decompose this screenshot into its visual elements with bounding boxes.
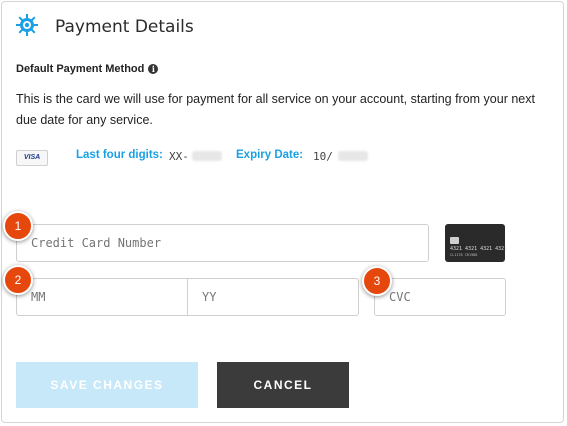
last-four-label: Last four digits:	[76, 149, 163, 161]
info-icon[interactable]: i	[148, 64, 159, 74]
cancel-button[interactable]: CANCEL	[217, 362, 349, 408]
step-badge-3: 3	[362, 266, 392, 296]
page-title: Payment Details	[55, 17, 194, 37]
card-preview-number: 4321 4321 4321 4321	[450, 246, 508, 252]
redacted-expiry	[338, 151, 368, 161]
expiry-year-input[interactable]	[187, 278, 359, 316]
default-payment-heading-text: Default Payment Method	[16, 63, 145, 75]
redacted-digits	[192, 151, 222, 161]
payment-description: This is the card we will use for payment…	[16, 92, 535, 127]
last-four-value: XX-	[169, 150, 189, 163]
credit-card-number-input[interactable]	[16, 224, 429, 262]
step-badge-1: 1	[3, 211, 33, 241]
expiry-label: Expiry Date:	[236, 149, 304, 161]
default-payment-heading: Default Payment Method i	[16, 63, 159, 75]
card-preview-name: CL1178 CR1988	[450, 253, 478, 257]
cvc-input[interactable]	[374, 278, 506, 316]
settings-gear-icon	[16, 14, 38, 36]
step-badge-2: 2	[3, 265, 33, 295]
card-chip-icon	[450, 237, 459, 244]
expiry-value: 10/	[313, 150, 333, 163]
expiry-month-input[interactable]	[16, 278, 188, 316]
visa-card-icon: VISA	[16, 150, 48, 166]
credit-card-preview-icon: 4321 4321 4321 4321 CL1178 CR1988	[445, 224, 508, 262]
save-changes-button[interactable]: SAVE CHANGES	[16, 362, 198, 408]
